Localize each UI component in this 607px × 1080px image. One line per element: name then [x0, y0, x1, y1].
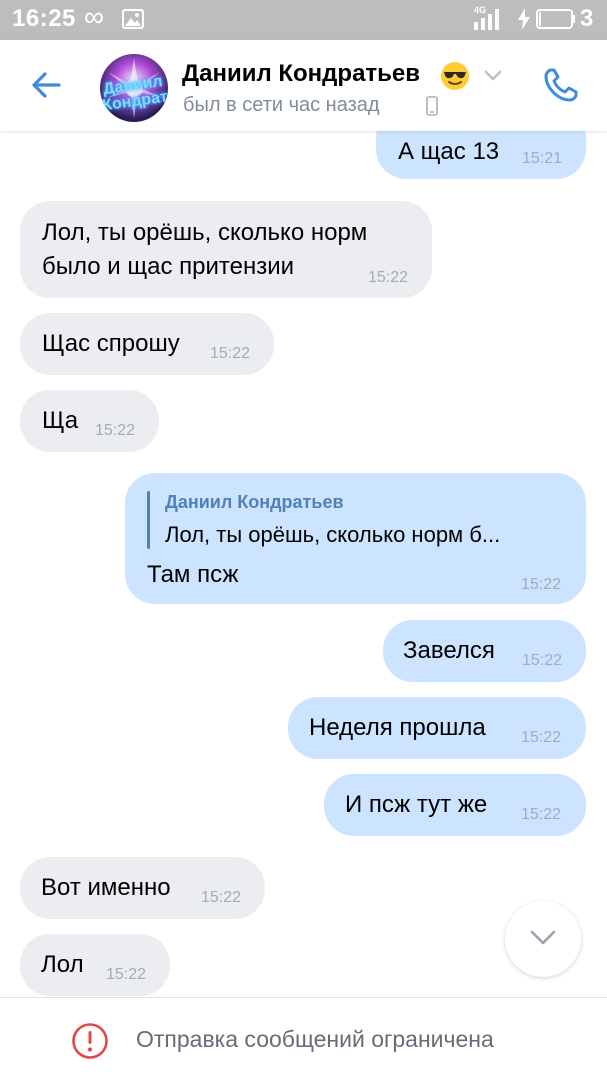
- message-text: Завелся: [403, 637, 495, 664]
- composer-restricted-footer: Отправка сообщений ограничена: [0, 997, 607, 1080]
- message-list[interactable]: А щас 13 15:21 Лол, ты орёшь, сколько но…: [0, 131, 607, 997]
- message-bubble-outgoing[interactable]: А щас 13 15:21: [376, 131, 586, 179]
- phone-call-icon[interactable]: [538, 62, 584, 108]
- message-text: Там псж: [147, 561, 239, 588]
- message-bubble-incoming[interactable]: Щас спрошу 15:22: [20, 313, 274, 375]
- warning-circle-icon: [72, 1023, 108, 1059]
- chat-header: Даниил Кондрат Даниил Кондратьев был в с…: [0, 40, 607, 131]
- charging-bolt-icon: [518, 8, 530, 30]
- message-bubble-outgoing[interactable]: Неделя прошла 15:22: [288, 697, 586, 759]
- message-bubble-incoming[interactable]: Лол, ты орёшь, сколько норм было и щас п…: [20, 201, 432, 298]
- message-time: 15:22: [521, 806, 562, 823]
- message-text: Лол: [41, 951, 84, 978]
- contact-name[interactable]: Даниил Кондратьев: [182, 60, 420, 88]
- message-time: 15:22: [95, 422, 136, 439]
- message-time: 15:22: [368, 269, 409, 286]
- sunglasses-emoji-icon: [441, 62, 469, 90]
- message-bubble-incoming[interactable]: Ща 15:22: [20, 390, 159, 452]
- chat-screen: 16:25 ∞ 4G 3 Даниил Кондрат Даниил Кондр…: [0, 0, 607, 1080]
- image-notification-icon: [122, 9, 144, 29]
- message-bubble-incoming[interactable]: Вот именно 15:22: [20, 857, 265, 919]
- avatar[interactable]: Даниил Кондрат: [100, 54, 168, 122]
- scroll-to-bottom-button[interactable]: [505, 901, 581, 977]
- reply-preview-text[interactable]: Лол, ты орёшь, сколько норм б...: [165, 522, 500, 548]
- status-bar: 16:25 ∞ 4G 3: [0, 0, 607, 40]
- messaging-restricted-notice: Отправка сообщений ограничена: [136, 1026, 494, 1052]
- battery-level: 3: [580, 5, 594, 32]
- message-text: Щас спрошу: [42, 330, 180, 357]
- message-time: 15:22: [201, 889, 242, 906]
- message-text: И псж тут же: [345, 791, 488, 818]
- battery-icon: [536, 9, 575, 29]
- message-text-line: Лол, ты орёшь, сколько норм: [42, 219, 368, 246]
- message-bubble-outgoing[interactable]: И псж тут же 15:22: [324, 774, 586, 836]
- message-bubble-outgoing[interactable]: Завелся 15:22: [383, 620, 586, 682]
- chevron-down-icon[interactable]: [484, 70, 502, 82]
- message-text: Неделя прошла: [309, 714, 486, 741]
- message-bubble-incoming[interactable]: Лол 15:22: [20, 934, 170, 996]
- message-text-line: было и щас притензии: [42, 253, 295, 280]
- message-text: А щас 13: [398, 138, 500, 165]
- last-seen-status: был в сети час назад: [183, 94, 380, 116]
- message-time: 15:21: [522, 150, 563, 167]
- back-arrow-icon[interactable]: [24, 62, 70, 108]
- message-text: Вот именно: [41, 874, 171, 901]
- status-time: 16:25: [12, 5, 76, 32]
- message-time: 15:22: [521, 576, 562, 593]
- reply-quote-bar: [147, 491, 150, 549]
- message-time: 15:22: [521, 729, 562, 746]
- message-time: 15:22: [210, 345, 251, 362]
- message-time: 15:22: [522, 652, 563, 669]
- chevron-down-icon: [530, 930, 556, 945]
- infinity-icon: ∞: [84, 1, 104, 32]
- mobile-phone-icon: [426, 96, 438, 116]
- reply-author[interactable]: Даниил Кондратьев: [165, 492, 344, 513]
- message-text: Ща: [42, 407, 79, 434]
- message-time: 15:22: [106, 966, 147, 983]
- signal-icon: [474, 9, 499, 30]
- message-bubble-outgoing-reply[interactable]: Даниил Кондратьев Лол, ты орёшь, сколько…: [125, 473, 586, 604]
